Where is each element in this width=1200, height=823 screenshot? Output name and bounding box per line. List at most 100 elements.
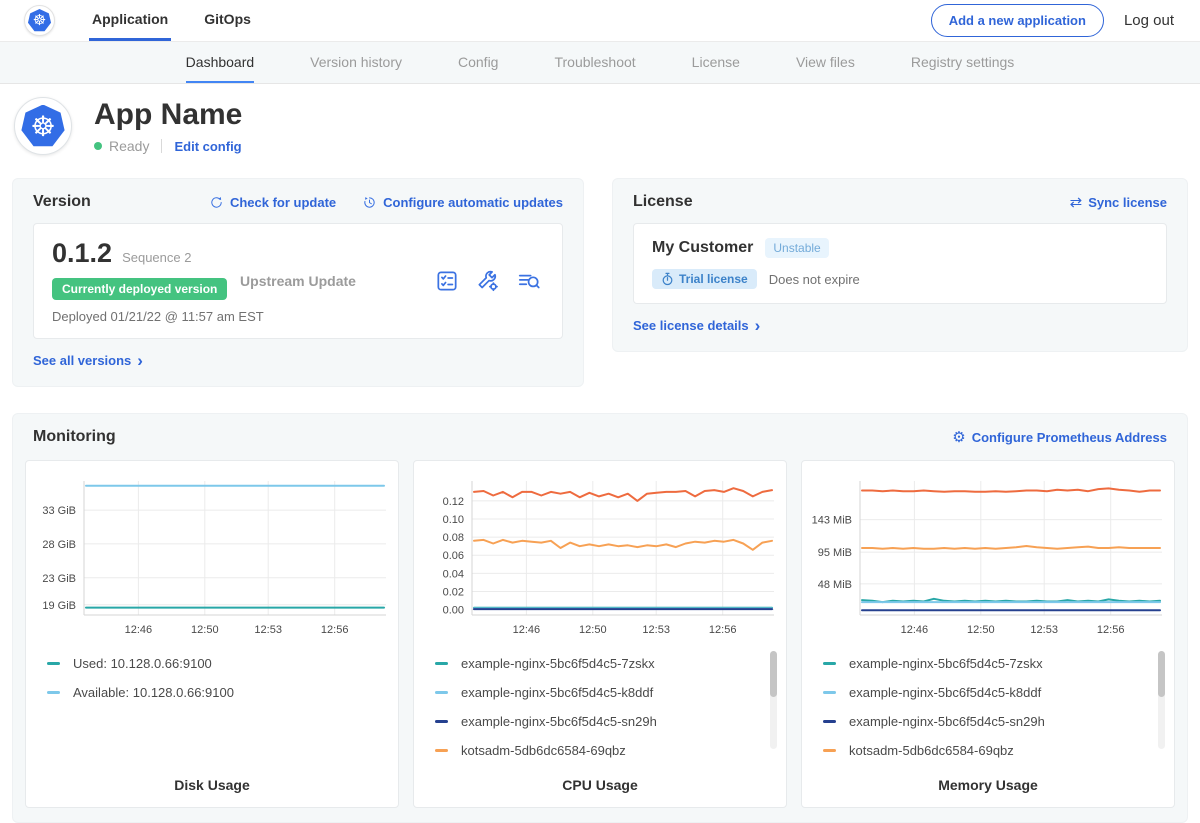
tab-config[interactable]: Config (458, 42, 498, 83)
configure-automatic-updates-label: Configure automatic updates (383, 195, 563, 210)
svg-text:0.04: 0.04 (443, 568, 464, 580)
configure-prometheus-link[interactable]: ⚙ Configure Prometheus Address (952, 430, 1167, 445)
legend-scrollbar (1158, 651, 1165, 749)
configure-automatic-updates-link[interactable]: Configure automatic updates (362, 195, 563, 210)
svg-text:23 GiB: 23 GiB (42, 573, 76, 585)
configure-prometheus-label: Configure Prometheus Address (972, 430, 1167, 445)
see-license-details-link[interactable]: See license details › (633, 318, 760, 334)
svg-text:0.06: 0.06 (443, 550, 464, 562)
tab-registry-settings[interactable]: Registry settings (911, 42, 1014, 83)
legend-swatch (47, 662, 60, 665)
see-license-details-label: See license details (633, 318, 749, 333)
legend-label: kotsadm-5db6dc6584-69qbz (849, 743, 1014, 758)
see-license-details-row: See license details › (633, 317, 1167, 335)
top-tabs: Application GitOps (89, 0, 284, 41)
svg-text:0.08: 0.08 (443, 532, 464, 544)
version-action-icons (434, 268, 542, 294)
chevron-right-icon: › (755, 317, 761, 334)
svg-text:12:53: 12:53 (642, 624, 670, 636)
app-status-row: Ready Edit config (94, 138, 242, 154)
deployed-timestamp: Deployed 01/21/22 @ 11:57 am EST (52, 309, 544, 324)
kubernetes-wheel-icon: ☸ (28, 9, 52, 32)
topnav-right: Add a new application Log out (931, 0, 1200, 41)
tab-license[interactable]: License (692, 42, 740, 83)
svg-text:12:53: 12:53 (254, 624, 282, 636)
wrench-gear-icon[interactable] (475, 268, 501, 294)
tab-application-label: Application (92, 11, 168, 27)
svg-text:12:56: 12:56 (1097, 624, 1125, 636)
kubernetes-wheel-icon: ☸ (21, 105, 66, 148)
legend-item: example-nginx-5bc6f5d4c5-sn29h (435, 707, 768, 736)
legend-swatch (823, 691, 836, 694)
edit-config-link[interactable]: Edit config (174, 139, 241, 154)
tab-view-files[interactable]: View files (796, 42, 855, 83)
svg-text:48 MiB: 48 MiB (818, 579, 852, 591)
license-detail-card: My Customer Unstable Trial license Does … (633, 223, 1167, 304)
legend-item: example-nginx-5bc6f5d4c5-sn29h (823, 707, 1156, 736)
app-header: ☸ App Name Ready Edit config (0, 84, 1200, 168)
monitoring-head: Monitoring ⚙ Configure Prometheus Addres… (25, 428, 1175, 446)
current-version-card: 0.1.2 Sequence 2 Currently deployed vers… (33, 223, 563, 339)
legend-item: kotsadm-5db6dc6584-69qbz (823, 736, 1156, 765)
chart-title: CPU Usage (416, 777, 784, 793)
chart-title: Memory Usage (804, 777, 1172, 793)
tab-gitops[interactable]: GitOps (201, 0, 254, 41)
svg-text:33 GiB: 33 GiB (42, 505, 76, 517)
cpu-usage-card: 12:4612:5012:5312:560.000.020.040.060.08… (413, 460, 787, 808)
version-card-head: Version Check for update Configure autom… (33, 193, 563, 211)
chevron-right-icon: › (137, 352, 143, 369)
legend-label: example-nginx-5bc6f5d4c5-7zskx (461, 656, 655, 671)
version-card-title: Version (33, 193, 91, 211)
kubernetes-logo[interactable]: ☸ (24, 5, 55, 36)
svg-text:143 MiB: 143 MiB (812, 515, 852, 527)
legend-scrollbar-thumb[interactable] (1158, 651, 1165, 697)
see-all-versions-label: See all versions (33, 353, 131, 368)
legend-item: Available: 10.128.0.66:9100 (47, 678, 380, 707)
svg-text:95 MiB: 95 MiB (818, 547, 852, 559)
legend-item: example-nginx-5bc6f5d4c5-k8ddf (435, 678, 768, 707)
memory-usage-legend: example-nginx-5bc6f5d4c5-7zskx example-ng… (823, 649, 1156, 777)
refresh-icon (209, 195, 224, 210)
add-application-button[interactable]: Add a new application (931, 4, 1104, 37)
legend-swatch (435, 662, 448, 665)
preflight-checklist-icon[interactable] (434, 268, 460, 294)
legend-scrollbar (770, 651, 777, 749)
license-card-title: License (633, 193, 693, 211)
logout-link[interactable]: Log out (1124, 12, 1174, 29)
see-all-versions-row: See all versions › (33, 352, 563, 370)
app-avatar: ☸ (14, 97, 72, 155)
tab-application[interactable]: Application (89, 0, 171, 41)
customer-row: My Customer Unstable (652, 238, 1148, 258)
tab-dashboard[interactable]: Dashboard (186, 42, 255, 83)
tab-troubleshoot[interactable]: Troubleshoot (554, 42, 635, 83)
svg-text:28 GiB: 28 GiB (42, 539, 76, 551)
charts-row: 12:4612:5012:5312:5619 GiB23 GiB28 GiB33… (25, 460, 1175, 808)
see-all-versions-link[interactable]: See all versions › (33, 353, 143, 369)
legend-swatch (435, 720, 448, 723)
version-number: 0.1.2 (52, 238, 112, 269)
disk-usage-card: 12:4612:5012:5312:5619 GiB23 GiB28 GiB33… (25, 460, 399, 808)
disk-usage-legend: Used: 10.128.0.66:9100Available: 10.128.… (47, 649, 380, 777)
customer-name: My Customer (652, 239, 753, 257)
svg-text:0.02: 0.02 (443, 587, 464, 599)
svg-text:12:46: 12:46 (901, 624, 929, 636)
legend-scrollbar-thumb[interactable] (770, 651, 777, 697)
svg-text:12:56: 12:56 (321, 624, 349, 636)
check-for-update-label: Check for update (230, 195, 336, 210)
logs-search-icon[interactable] (516, 268, 542, 294)
license-type-row: Trial license Does not expire (652, 269, 1148, 289)
sync-license-link[interactable]: ⇄ Sync license (1070, 195, 1167, 210)
svg-text:12:46: 12:46 (513, 624, 541, 636)
legend-swatch (435, 749, 448, 752)
divider (161, 139, 162, 153)
legend-swatch (47, 691, 60, 694)
monitoring-title: Monitoring (33, 428, 116, 446)
legend-label: example-nginx-5bc6f5d4c5-k8ddf (461, 685, 653, 700)
legend-item: kotsadm-5db6dc6584-69qbz (435, 736, 768, 765)
tab-version-history[interactable]: Version history (310, 42, 402, 83)
check-for-update-link[interactable]: Check for update (209, 195, 336, 210)
legend-swatch (823, 749, 836, 752)
legend-label: example-nginx-5bc6f5d4c5-7zskx (849, 656, 1043, 671)
ready-status-dot-icon (94, 142, 102, 150)
cards-row: Version Check for update Configure autom… (12, 178, 1188, 387)
